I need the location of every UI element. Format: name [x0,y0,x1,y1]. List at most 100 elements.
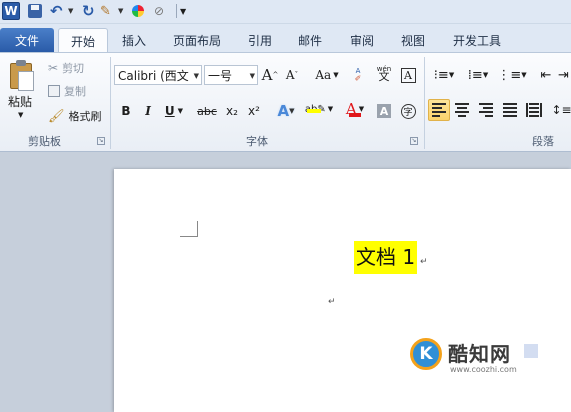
scissors-icon: ✂ [48,61,59,75]
tab-references[interactable]: 引用 [240,28,280,52]
tab-review[interactable]: 审阅 [340,28,384,52]
align-right-button[interactable] [476,100,496,120]
ribbon: 粘贴 ▼ ✂ 剪切 复制 🖌 格式刷 剪贴板 ↘ Calibri (西文 ▼ 一… [0,52,571,152]
copy-icon [48,85,60,97]
paste-icon[interactable] [8,59,36,91]
numbering-button[interactable]: ⁞≡ ▼ [464,65,492,85]
watermark-decoration [524,344,538,358]
underline-icon: U [164,104,175,118]
chevron-down-icon: ▼ [249,72,255,80]
color-icon[interactable] [132,5,144,17]
word-icon[interactable]: W [2,2,20,20]
char-border-icon: A [400,67,416,83]
tab-insert[interactable]: 插入 [114,28,154,52]
tab-home[interactable]: 开始 [58,28,108,53]
strikethrough-button[interactable]: abc [194,101,220,121]
painter-dropdown-icon[interactable]: ▼ [118,2,123,20]
save-icon[interactable] [28,4,42,18]
tab-file[interactable]: 文件 [0,28,54,52]
underline-button[interactable]: U ▼ [160,101,188,121]
group-divider [424,57,425,149]
italic-button[interactable]: I [138,101,158,121]
group-divider [110,57,111,149]
redo-icon[interactable]: ↻ [82,2,95,20]
cut-button[interactable]: ✂ 剪切 [48,59,84,77]
justify-icon [503,103,517,117]
multilevel-list-button[interactable]: ⋮≡ ▼ [497,65,526,85]
subscript-button[interactable]: x₂ [222,101,242,121]
highlight-button[interactable]: ab✎▼ [304,99,334,119]
clipboard-group-label: 剪贴板 [28,135,61,148]
tab-developer[interactable]: 开发工具 [444,28,510,52]
enclose-icon: 字 [400,103,416,119]
enclose-characters-button[interactable]: 字 [398,101,418,121]
justify-button[interactable] [500,100,520,120]
font-size-combo[interactable]: 一号 ▼ [204,65,258,85]
grow-font-button[interactable]: A ^ [260,65,280,85]
tab-page-layout[interactable]: 页面布局 [164,28,230,52]
undo-icon[interactable]: ↶ [50,2,63,20]
ribbon-tabs: 文件 开始 插入 页面布局 引用 邮件 审阅 视图 开发工具 [0,24,571,53]
watermark-name: 酷知网 [448,342,511,366]
undo-dropdown-icon[interactable]: ▼ [68,2,73,20]
character-border-button[interactable]: A [398,65,418,85]
quick-access-toolbar: W ↶ ▼ ↻ ✎ ▼ ⊘ ▼ [0,0,571,24]
font-name-combo[interactable]: Calibri (西文 ▼ [114,65,202,85]
distributed-icon [526,103,542,117]
change-case-button[interactable]: Aa ▼ [312,65,342,85]
align-right-icon [479,103,493,117]
superscript-button[interactable]: x² [244,101,264,121]
line-spacing-icon: ↕≡ [552,103,571,117]
watermark: K 酷知网 www.coozhi.com [410,338,560,378]
paragraph-mark: ↵ [328,297,336,307]
character-shading-button[interactable]: A [374,101,394,121]
font-color-icon: A [346,100,361,118]
clear-format-button[interactable]: A ✐ [348,65,368,85]
format-painter-button[interactable]: 🖌 格式刷 [48,107,102,125]
numbering-icon: ⁞≡ [467,67,483,83]
font-group-label: 字体 [246,135,268,148]
grow-font-icon: A [261,66,273,84]
text-effects-button[interactable]: A ▼ [274,101,298,121]
chevron-down-icon: ▼ [193,72,199,80]
bold-button[interactable]: B [116,101,136,121]
format-painter-label: 格式刷 [68,110,102,123]
clipboard-launcher-icon[interactable]: ↘ [97,137,105,145]
document-text[interactable]: 文档 1 [354,241,418,274]
line-spacing-button[interactable]: ↕≡ [552,100,571,120]
shading-icon: A [377,104,391,118]
decrease-indent-button[interactable]: ⇤ [536,65,556,85]
toolbar-divider [176,4,177,18]
align-center-button[interactable] [452,100,472,120]
increase-indent-button[interactable]: ⇥ [556,65,571,85]
format-painter-icon[interactable]: ✎ [100,2,111,20]
multilevel-list-icon: ⋮≡ [497,67,522,83]
customize-toolbar-icon[interactable]: ▼ [180,2,186,20]
watermark-logo-icon: K [410,338,442,370]
highlighter-icon: ab✎ [305,104,326,115]
bullets-button[interactable]: ⁝≡ ▼ [430,65,458,85]
font-name-value: Calibri (西文 [118,68,189,83]
change-case-icon: Aa [315,68,332,82]
increase-indent-icon: ⇥ [558,67,569,83]
decrease-indent-icon: ⇤ [540,67,552,83]
font-color-button[interactable]: A ▼ [340,99,370,119]
shrink-font-button[interactable]: Aˇ [282,65,302,85]
margin-corner-mark [180,221,198,237]
copy-button[interactable]: 复制 [48,82,86,100]
paste-button[interactable]: 粘贴 [8,93,32,110]
tab-mailings[interactable]: 邮件 [290,28,330,52]
align-center-icon [455,103,469,117]
align-left-button[interactable] [428,99,450,121]
copy-label: 复制 [64,85,86,98]
brush-icon: 🖌 [48,108,65,124]
pen-icon[interactable]: ⊘ [154,2,164,20]
tab-view[interactable]: 视图 [392,28,434,52]
paragraph-group-label: 段落 [532,135,554,148]
paste-dropdown-icon[interactable]: ▼ [18,111,23,119]
paragraph-mark: ↵ [420,257,428,267]
watermark-url: www.coozhi.com [450,365,517,374]
distributed-button[interactable] [524,100,544,120]
font-launcher-icon[interactable]: ↘ [410,137,418,145]
phonetic-guide-button[interactable]: wén 文 [374,63,394,83]
